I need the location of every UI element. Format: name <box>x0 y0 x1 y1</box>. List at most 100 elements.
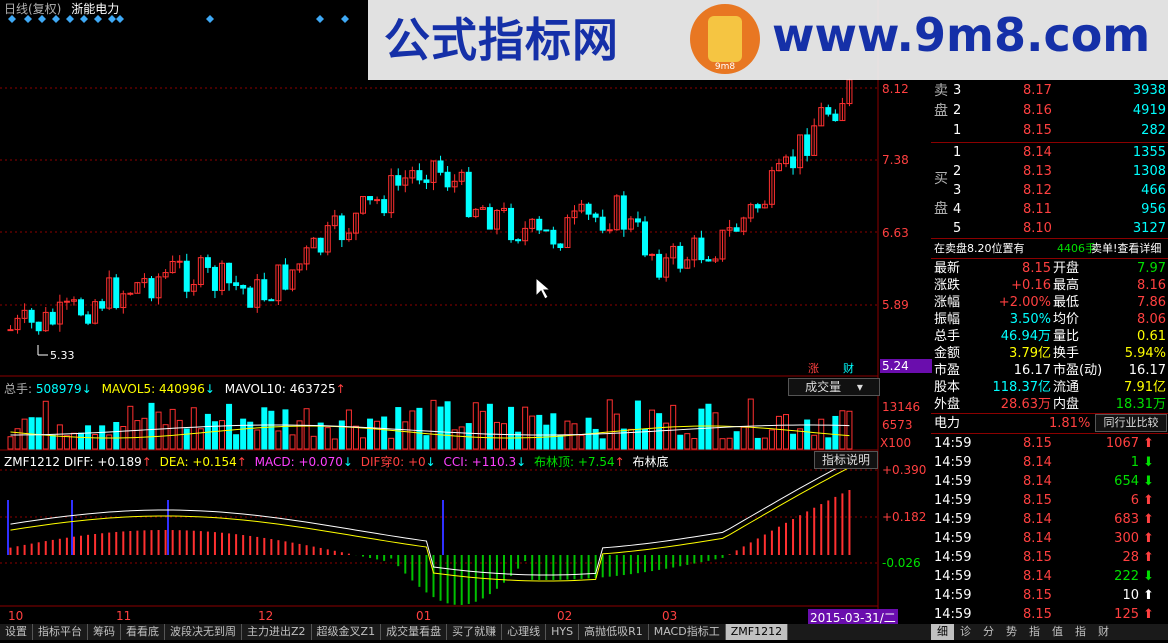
candle-body <box>99 301 106 309</box>
volume-bar <box>416 407 423 450</box>
right-panel-tab[interactable]: 指 <box>1069 624 1092 640</box>
signal-diamond-icon <box>206 15 214 23</box>
indicator-legend: ZMF1212 DIFF: +0.189↑ DEA: +0.154↑ MACD:… <box>4 453 669 470</box>
volume-bar <box>536 414 543 450</box>
indicator-tab[interactable]: ZMF1212 <box>725 624 789 640</box>
mavol10-value: 463725 <box>289 382 336 396</box>
quote-key: 金额 <box>934 346 961 361</box>
quote-key: 换手 <box>1053 346 1080 361</box>
sell-level: 1 <box>953 123 962 138</box>
buy-level-row[interactable]: 3 8.12 466 <box>931 182 1168 200</box>
up-arrow-icon: ⬆ <box>1143 607 1154 622</box>
right-panel-tab[interactable]: 细 <box>931 624 954 640</box>
buy-level: 2 <box>953 164 962 179</box>
tick-volume: 654 <box>1114 474 1139 489</box>
volume-bar <box>684 433 691 450</box>
dif-cross-value: DIF穿0: +0 <box>360 455 426 469</box>
right-panel-tab[interactable]: 财 <box>1092 624 1115 640</box>
cai-badge[interactable]: 财 <box>843 360 854 376</box>
volume-bar <box>691 437 698 450</box>
volume-bar <box>642 428 648 450</box>
candle-body <box>465 171 472 218</box>
candle-body <box>790 156 797 169</box>
indicator-tab[interactable]: 设置 <box>0 624 33 640</box>
indicator-dropdown[interactable]: 成交量 ▾ <box>788 378 880 396</box>
volume-bar <box>775 415 782 450</box>
right-panel-tab[interactable]: 值 <box>1046 624 1069 640</box>
sell-level-row[interactable]: 2 8.16 4919 <box>931 102 1168 120</box>
candle-body <box>677 245 684 269</box>
boll-bottom-label: 布林底 <box>632 455 669 469</box>
position-alert[interactable]: 在卖盘8.20位置有 4406手 卖单!查看详细 <box>931 240 1168 258</box>
indicator-help-button[interactable]: 指标说明 <box>814 451 878 469</box>
volume-bar <box>599 438 606 450</box>
up-arrow-icon: ⬆ <box>1143 493 1154 508</box>
right-panel-tab[interactable]: 分 <box>977 624 1000 640</box>
indicator-axis-label: +0.182 <box>882 510 927 524</box>
buy-level-row[interactable]: 1 8.14 1355 <box>931 144 1168 162</box>
candle-body <box>423 179 430 183</box>
up-arrow-icon: ↑ <box>141 455 152 469</box>
indicator-tab[interactable]: 成交量看盘 <box>381 624 448 640</box>
candle-body <box>176 260 183 263</box>
volume-bar <box>677 434 684 450</box>
volume-bar <box>134 420 141 450</box>
zhang-badge[interactable]: 涨 <box>808 360 819 376</box>
sell-price: 8.16 <box>1023 103 1052 118</box>
indicator-tab[interactable]: 筹码 <box>88 624 121 640</box>
sell-volume: 4919 <box>1132 103 1166 118</box>
sell-level-row[interactable]: 3 8.17 3938 <box>931 82 1168 100</box>
sell-level-row[interactable]: 1 8.15 282 <box>931 122 1168 140</box>
volume-bar <box>226 403 233 450</box>
tick-row: 14:59 8.15 28 ⬆ <box>931 549 1168 567</box>
candle-body <box>317 237 324 253</box>
volume-bar <box>634 400 641 450</box>
volume-bar <box>846 410 853 450</box>
volume-bar <box>233 434 240 450</box>
volume-bar <box>56 424 63 450</box>
quote-key: 总手 <box>934 329 961 344</box>
buy-level-row[interactable]: 2 8.13 1308 <box>931 163 1168 181</box>
quote-value: 3.50% <box>1009 312 1051 327</box>
indicator-tab[interactable]: 心理线 <box>502 624 547 640</box>
time-axis-label: 12 <box>258 609 274 623</box>
indicator-tab[interactable]: 波段决无到周 <box>165 624 242 640</box>
buy-level-row[interactable]: 5 8.10 3127 <box>931 220 1168 238</box>
indicator-tab[interactable]: 看看底 <box>121 624 165 640</box>
quote-key: 股本 <box>934 380 961 395</box>
candle-body <box>113 277 120 309</box>
buy-price: 8.12 <box>1023 183 1052 198</box>
volume-bar <box>437 406 444 450</box>
candle-body <box>127 292 134 295</box>
right-panel-tab[interactable]: 诊 <box>954 624 977 640</box>
tick-price: 8.15 <box>1023 607 1052 622</box>
candle-body <box>7 329 14 332</box>
volume-bar <box>345 409 352 450</box>
indicator-tab[interactable]: HYS <box>546 624 580 640</box>
quote-key: 量比 <box>1053 329 1080 344</box>
candle-body <box>698 237 705 261</box>
indicator-tab[interactable]: 买了就赚 <box>447 624 503 640</box>
mavol5-label: MAVOL5: <box>101 382 156 396</box>
tick-time: 14:59 <box>934 436 972 451</box>
dropdown-label: 成交量 <box>805 380 842 394</box>
right-panel-tab[interactable]: 势 <box>1000 624 1023 640</box>
candle-body <box>508 207 515 241</box>
tick-volume: 6 <box>1130 493 1139 508</box>
price-axis-label: 8.12 <box>882 82 909 96</box>
indicator-tab[interactable]: 指标平台 <box>33 624 88 640</box>
volume-bar <box>78 432 84 450</box>
position-alert-action[interactable]: 卖单!查看详细 <box>1091 240 1161 258</box>
volume-bar <box>472 402 479 450</box>
volume-bar <box>106 434 113 450</box>
right-panel-tab[interactable]: 指 <box>1023 624 1046 640</box>
indicator-tab[interactable]: MACD指标工 <box>649 624 726 640</box>
industry-compare-button[interactable]: 同行业比较 <box>1095 414 1167 432</box>
volume-bar <box>331 438 338 450</box>
buy-level-row[interactable]: 4 8.11 956 <box>931 201 1168 219</box>
indicator-tab[interactable]: 高抛低吸R1 <box>579 624 649 640</box>
indicator-tab[interactable]: 主力进出Z2 <box>242 624 312 640</box>
indicator-tab[interactable]: 超级金叉Z1 <box>312 624 382 640</box>
kline-chart-svg[interactable] <box>0 0 880 640</box>
kline-chart-area[interactable] <box>0 0 880 640</box>
